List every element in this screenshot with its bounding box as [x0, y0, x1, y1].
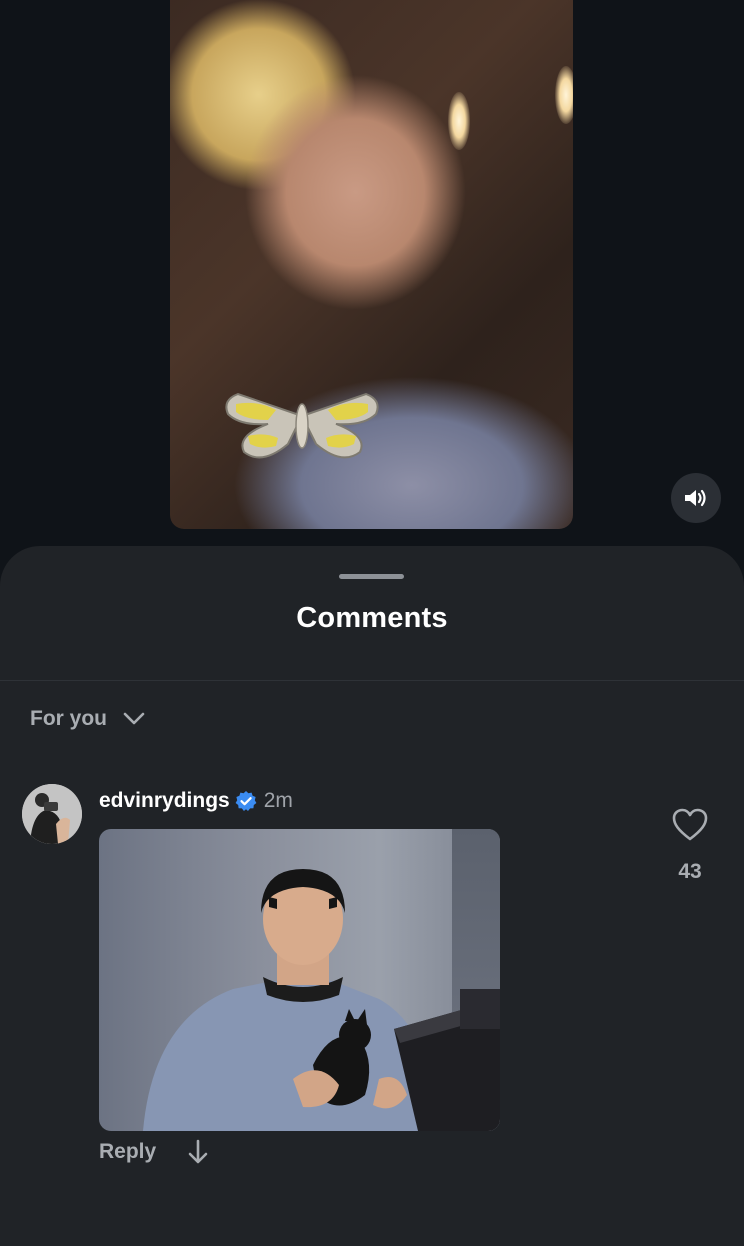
butterfly-necklace-image — [225, 392, 379, 459]
verified-badge-icon — [235, 791, 257, 811]
comment-username[interactable]: edvinrydings — [99, 789, 230, 813]
heart-outline-icon[interactable] — [672, 808, 708, 842]
chevron-down-icon — [123, 712, 145, 725]
video-area — [0, 0, 744, 560]
video-player[interactable] — [170, 0, 573, 529]
sheet-grabber-handle[interactable] — [339, 574, 404, 579]
comment-actions: Reply — [99, 1137, 210, 1167]
sort-dropdown[interactable]: For you — [30, 704, 145, 734]
reply-button[interactable]: Reply — [99, 1140, 156, 1164]
comment-gif-image[interactable] — [99, 829, 500, 1131]
comment-header: edvinrydings 2m — [99, 785, 293, 817]
sheet-title: Comments — [296, 602, 448, 634]
avatar-image — [22, 784, 82, 844]
arrow-down-icon[interactable] — [186, 1139, 210, 1165]
background-light — [555, 66, 573, 124]
comment-timestamp: 2m — [263, 789, 293, 812]
gif-console — [394, 989, 500, 1131]
background-light — [448, 92, 470, 150]
comments-sheet: Comments For you edvinrydings 2m 43 Repl… — [0, 546, 744, 1246]
sort-selected-label: For you — [30, 707, 107, 730]
divider — [0, 680, 744, 681]
like-count: 43 — [678, 860, 702, 883]
mute-toggle-button[interactable] — [671, 473, 721, 523]
avatar[interactable] — [22, 784, 82, 844]
speaker-volume-icon — [685, 489, 706, 507]
